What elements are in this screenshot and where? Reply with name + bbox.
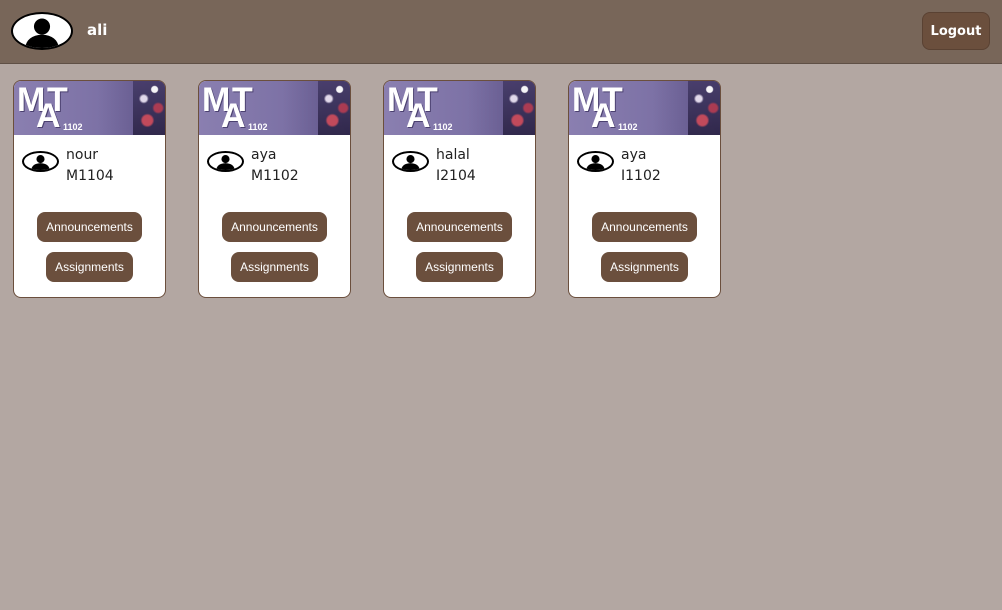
assignments-button[interactable]: Assignments (231, 252, 318, 282)
person-silhouette-icon (31, 155, 50, 170)
top-bar: ali Logout (0, 0, 1002, 64)
teacher-avatar-icon (392, 151, 429, 172)
course-logo-letter: A (591, 97, 616, 135)
course-card: M T A 1102 aya I1102 Announcements Assig… (568, 80, 721, 298)
course-code: I2104 (436, 168, 476, 184)
course-code: M1102 (251, 168, 299, 184)
course-logo-number: 1102 (248, 122, 268, 132)
person-silhouette-icon (216, 155, 235, 170)
course-card: M T A 1102 aya M1102 Announcements Assig… (198, 80, 351, 298)
teacher-avatar-icon (577, 151, 614, 172)
teacher-name: nour (66, 147, 99, 163)
teacher-avatar-icon (22, 151, 59, 172)
course-banner: M T A 1102 (569, 81, 720, 135)
announcements-button[interactable]: Announcements (37, 212, 142, 242)
course-logo-number: 1102 (618, 122, 638, 132)
course-banner: M T A 1102 (199, 81, 350, 135)
assignments-button[interactable]: Assignments (601, 252, 688, 282)
course-logo-letter: A (406, 97, 431, 135)
course-banner: M T A 1102 (384, 81, 535, 135)
teacher-name: halal (436, 147, 470, 163)
course-logo-number: 1102 (433, 122, 453, 132)
course-code: M1104 (66, 168, 114, 184)
user-name: ali (87, 21, 108, 39)
person-silhouette-icon (586, 155, 605, 170)
logout-button[interactable]: Logout (922, 12, 990, 50)
course-code: I1102 (621, 168, 661, 184)
person-silhouette-icon (25, 18, 59, 48)
banner-art (503, 81, 535, 135)
teacher-name: aya (621, 147, 647, 163)
course-card: M T A 1102 halal I2104 Announcements Ass… (383, 80, 536, 298)
announcements-button[interactable]: Announcements (592, 212, 697, 242)
course-logo-letter: A (221, 97, 246, 135)
assignments-button[interactable]: Assignments (416, 252, 503, 282)
teacher-avatar-icon (207, 151, 244, 172)
announcements-button[interactable]: Announcements (407, 212, 512, 242)
teacher-name: aya (251, 147, 277, 163)
assignments-button[interactable]: Assignments (46, 252, 133, 282)
banner-art (688, 81, 720, 135)
person-silhouette-icon (401, 155, 420, 170)
course-logo-letter: A (36, 97, 61, 135)
course-banner: M T A 1102 (14, 81, 165, 135)
course-card: M T A 1102 nour M1104 Announcements Assi… (13, 80, 166, 298)
banner-art (318, 81, 350, 135)
user-avatar-icon[interactable] (11, 12, 73, 50)
announcements-button[interactable]: Announcements (222, 212, 327, 242)
banner-art (133, 81, 165, 135)
course-logo-number: 1102 (63, 122, 83, 132)
